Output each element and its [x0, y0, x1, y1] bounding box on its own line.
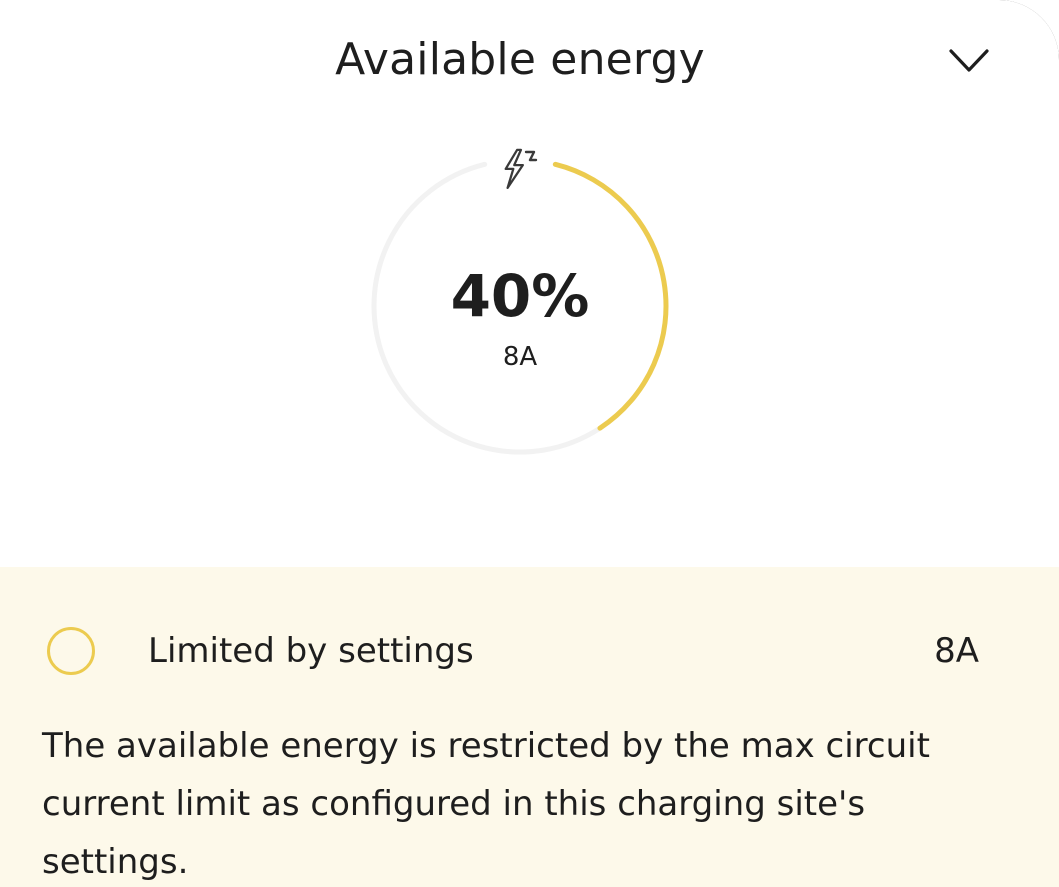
- sheet-title: Available energy: [335, 34, 705, 85]
- limit-label: Limited by settings: [148, 631, 474, 671]
- gauge-current: 8A: [502, 342, 538, 372]
- chevron-down-icon[interactable]: [944, 40, 994, 80]
- gauge-percent: 40%: [450, 262, 590, 330]
- limit-value: 8A: [934, 631, 979, 671]
- limit-info-section: Limited by settings 8A The available ene…: [0, 567, 1059, 887]
- lightning-bolt-icon: [504, 148, 538, 190]
- limit-row: Limited by settings 8A: [0, 567, 1059, 737]
- available-energy-sheet: Available energy 40% 8A Limited by setti…: [0, 0, 1059, 887]
- sheet-card: Available energy 40% 8A Limited by setti…: [0, 0, 1059, 887]
- limit-description: The available energy is restricted by th…: [42, 726, 930, 882]
- ring-indicator-icon: [47, 627, 95, 675]
